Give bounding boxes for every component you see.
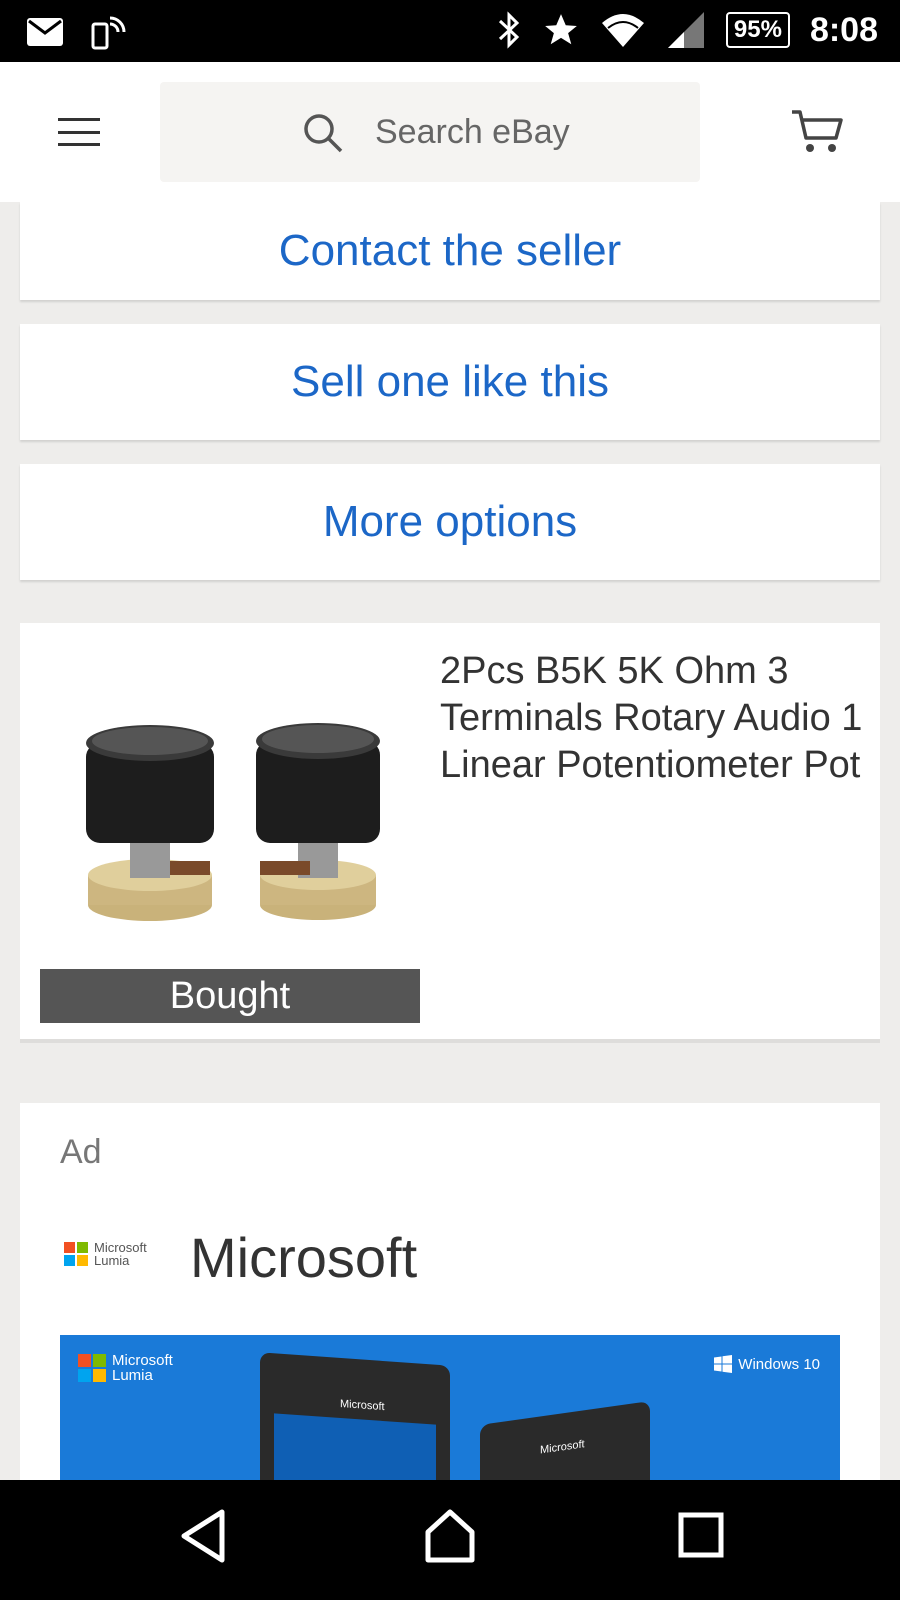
windows-logo-icon (714, 1355, 733, 1373)
phone-image-back: Microsoft (480, 1401, 650, 1485)
windows10-text: Windows 10 (738, 1355, 820, 1373)
sell-one-like-this-button[interactable]: Sell one like this (20, 324, 880, 440)
more-options-label: More options (322, 497, 578, 546)
item-card[interactable]: Bought 2Pcs B5K 5K Ohm 3 Terminals Rotar… (20, 623, 880, 1043)
bluetooth-icon (498, 11, 520, 49)
banner-logo-line-2: Lumia (112, 1367, 153, 1384)
ad-brand-name[interactable]: Microsoft (190, 1225, 417, 1290)
wifi-icon (601, 14, 644, 47)
mail-icon (27, 18, 63, 46)
item-title[interactable]: 2Pcs B5K 5K Ohm 3 Terminals Rotary Audio… (440, 648, 865, 789)
search-placeholder: Search eBay (375, 113, 570, 151)
battery-indicator: 95% (725, 12, 790, 48)
banner-logo-line-1: Microsoft (112, 1352, 173, 1369)
phone-label-front: Microsoft (340, 1397, 385, 1414)
status-bar: 95% 8:08 (0, 0, 900, 62)
recent-apps-icon[interactable] (678, 1512, 724, 1558)
phone-label-back: Microsoft (540, 1438, 585, 1457)
back-icon[interactable] (178, 1508, 228, 1564)
phone-image-front: Microsoft (260, 1352, 450, 1485)
app-header: Search eBay (0, 62, 900, 202)
star-icon (545, 14, 577, 45)
menu-icon[interactable] (56, 112, 102, 152)
screen-rotate-icon (91, 16, 126, 50)
cart-icon[interactable] (790, 108, 844, 154)
clock: 8:08 (809, 10, 878, 49)
microsoft-logo-icon (64, 1242, 88, 1266)
bought-badge: Bought (40, 969, 420, 1023)
ad-card[interactable]: Ad Microsoft Lumia Microsoft Microsoft L… (20, 1103, 880, 1485)
contact-seller-button[interactable]: Contact the seller (20, 202, 880, 300)
signal-icon (667, 12, 704, 48)
sell-label: Sell one like this (291, 357, 609, 406)
windows10-label: Windows 10 (714, 1355, 820, 1373)
ad-label: Ad (60, 1133, 102, 1171)
logo-line-2: Lumia (94, 1253, 130, 1268)
microsoft-lumia-logo: Microsoft Lumia (64, 1241, 147, 1267)
contact-seller-label: Contact the seller (278, 226, 622, 275)
search-icon (304, 114, 343, 153)
microsoft-logo-icon (78, 1354, 106, 1382)
banner-microsoft-lumia-logo: Microsoft Lumia (78, 1353, 173, 1383)
item-image[interactable] (40, 643, 420, 973)
navigation-bar (0, 1480, 900, 1600)
home-icon[interactable] (424, 1508, 476, 1564)
search-input[interactable]: Search eBay (160, 82, 700, 182)
potentiometer-image (86, 723, 380, 921)
more-options-button[interactable]: More options (20, 464, 880, 580)
ad-banner-image[interactable]: Microsoft Lumia Windows 10 Microsoft Mic… (60, 1335, 840, 1485)
